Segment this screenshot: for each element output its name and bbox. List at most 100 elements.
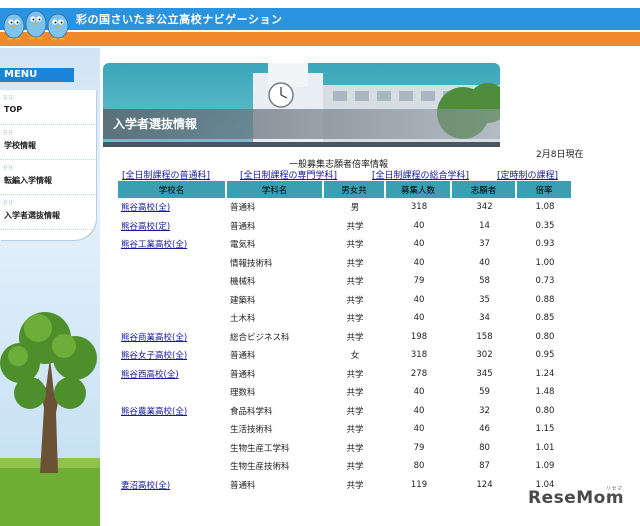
quota-cell: 40 [413, 239, 425, 250]
gender-cell: 共学 [346, 462, 364, 473]
sidebar: MENU ⠿⠿ TOP ⠿⠿ 学校情報 ⠿⠿ 転編入学情報 ⠿⠿ 入学者選抜情報 [0, 48, 100, 526]
quota-cell: 40 [413, 405, 425, 416]
dept-cell: 理数科 [230, 388, 256, 399]
resemom-watermark: ReseMom リセマム [528, 486, 624, 508]
school-cell [118, 291, 227, 310]
school-cell [118, 439, 227, 458]
ratio-cell: 0.95 [535, 350, 555, 361]
applicants-cell: 80 [479, 442, 490, 453]
link-integrated-course[interactable]: [全日制課程の総合学科] [372, 168, 469, 181]
applicants-cell: 345 [476, 368, 493, 379]
dept-cell: 普通科 [230, 480, 256, 491]
gender-cell: 共学 [346, 277, 364, 288]
applicant-ratio-table: 学校名 学科名 男女共 募集人数 志願者 倍率 熊谷高校(全) 普通科 男 31… [118, 181, 573, 494]
gender-cell: 共学 [346, 258, 364, 269]
mascot-birds-icon[interactable] [2, 2, 74, 46]
table-row: 妻沼高校(全) 普通科 共学 119 124 1.04 [118, 476, 573, 495]
quota-cell: 40 [413, 424, 425, 435]
gender-cell: 男 [350, 203, 360, 214]
quota-cell: 80 [413, 461, 425, 472]
table-row: 生物生産技術科 共学 80 87 1.09 [118, 457, 573, 476]
applicants-cell: 37 [479, 239, 490, 250]
site-title[interactable]: 彩の国さいたま公立高校ナビゲーション [76, 11, 282, 27]
dept-cell: 機械科 [230, 277, 256, 288]
ratio-cell: 0.80 [535, 331, 555, 342]
quota-cell: 40 [413, 257, 425, 268]
gender-cell: 共学 [346, 388, 364, 399]
table-row: 熊谷工業高校(全) 電気科 共学 40 37 0.93 [118, 235, 573, 254]
quota-cell: 318 [410, 350, 428, 361]
column-header-school: 学校名 [118, 181, 227, 198]
menu-header: MENU [0, 68, 74, 82]
school-link[interactable]: 熊谷西高校(全) [121, 370, 179, 380]
link-specialized-course[interactable]: [全日制課程の専門学科] [240, 168, 337, 181]
gender-cell: 女 [350, 351, 360, 362]
link-part-time-course[interactable]: [定時制の課程] [497, 168, 558, 181]
dots-icon: ⠿⠿ [3, 95, 14, 102]
ratio-cell: 1.00 [535, 257, 555, 268]
sidebar-item-school-info[interactable]: ⠿⠿ 学校情報 [0, 125, 96, 160]
applicants-cell: 59 [479, 387, 490, 398]
gender-cell: 共学 [346, 443, 364, 454]
quota-cell: 318 [410, 202, 428, 213]
school-link[interactable]: 熊谷農業高校(全) [121, 407, 187, 417]
school-link[interactable]: 熊谷高校(全) [121, 203, 170, 213]
school-cell: 熊谷商業高校(全) [118, 328, 227, 347]
school-cell: 妻沼高校(全) [118, 476, 227, 495]
gender-cell: 共学 [346, 480, 364, 491]
school-cell: 熊谷工業高校(全) [118, 235, 227, 254]
gender-cell: 共学 [346, 406, 364, 417]
sidebar-item-label: 入学者選抜情報 [4, 211, 60, 220]
school-cell: 熊谷女子高校(全) [118, 346, 227, 365]
dots-icon: ⠿⠿ [3, 130, 14, 137]
ratio-cell: 1.48 [535, 387, 555, 398]
sidebar-item-top[interactable]: ⠿⠿ TOP [0, 90, 96, 125]
applicants-cell: 40 [479, 257, 490, 268]
gender-cell: 共学 [346, 240, 364, 251]
sidebar-item-transfer[interactable]: ⠿⠿ 転編入学情報 [0, 160, 96, 195]
dept-cell: 生物生産工学科 [230, 443, 290, 454]
table-row: 熊谷高校(定) 普通科 共学 40 14 0.35 [118, 217, 573, 236]
applicants-cell: 58 [479, 276, 490, 287]
school-link[interactable]: 熊谷工業高校(全) [121, 240, 187, 250]
quota-cell: 79 [413, 276, 425, 287]
gender-cell: 共学 [346, 295, 364, 306]
gender-cell: 共学 [346, 369, 364, 380]
dept-cell: 普通科 [230, 351, 256, 362]
school-link[interactable]: 妻沼高校(全) [121, 481, 170, 491]
applicants-cell: 35 [479, 294, 490, 305]
table-row: 土木科 共学 40 34 0.85 [118, 309, 573, 328]
gender-cell: 共学 [346, 425, 364, 436]
ratio-cell: 0.88 [535, 294, 555, 305]
column-header-applicants: 志願者 [452, 181, 517, 198]
school-cell [118, 254, 227, 273]
dept-cell: 食品科学科 [230, 406, 273, 417]
quota-cell: 40 [413, 387, 425, 398]
sidebar-item-label: 学校情報 [4, 141, 36, 150]
school-link[interactable]: 熊谷商業高校(全) [121, 333, 187, 343]
school-cell: 熊谷高校(定) [118, 217, 227, 236]
dept-cell: 情報技術科 [230, 258, 273, 269]
link-regular-course[interactable]: [全日制課程の普通科] [122, 168, 210, 181]
table-row: 熊谷商業高校(全) 総合ビジネス科 共学 198 158 0.80 [118, 328, 573, 347]
applicants-cell: 158 [476, 331, 493, 342]
dept-cell: 総合ビジネス科 [230, 332, 290, 343]
banner-title: 入学者選抜情報 [113, 117, 198, 131]
dept-cell: 生物生産技術科 [230, 462, 290, 473]
table-row: 熊谷女子高校(全) 普通科 女 318 302 0.95 [118, 346, 573, 365]
school-cell [118, 420, 227, 439]
school-link[interactable]: 熊谷高校(定) [121, 222, 170, 232]
page-banner: 入学者選抜情報 [103, 63, 500, 147]
applicants-cell: 34 [479, 313, 490, 324]
quota-cell: 198 [410, 331, 428, 342]
table-row: 情報技術科 共学 40 40 1.00 [118, 254, 573, 273]
ratio-cell: 1.09 [535, 461, 555, 472]
category-links: [全日制課程の普通科] [全日制課程の専門学科] [全日制課程の総合学科] [定… [122, 168, 582, 181]
ratio-cell: 1.01 [535, 442, 555, 453]
school-link[interactable]: 熊谷女子高校(全) [121, 351, 187, 361]
school-cell [118, 383, 227, 402]
sidebar-item-admission[interactable]: ⠿⠿ 入学者選抜情報 [0, 195, 96, 230]
quota-cell: 278 [410, 368, 428, 379]
gender-cell: 共学 [346, 314, 364, 325]
quota-cell: 79 [413, 442, 425, 453]
